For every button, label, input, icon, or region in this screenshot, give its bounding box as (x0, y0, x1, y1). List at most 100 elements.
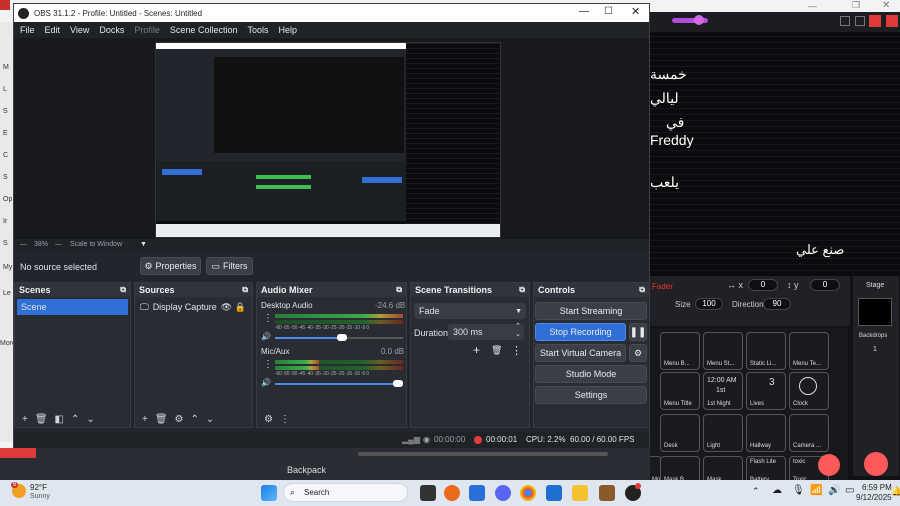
x-input[interactable]: 0 (748, 279, 778, 291)
search-box[interactable]: ⌕ Search (283, 483, 408, 502)
clock-date[interactable]: 9/12/2025 (856, 493, 892, 502)
menu-docks[interactable]: Docks (99, 25, 124, 35)
speaker-icon[interactable]: 🔊 (261, 378, 271, 387)
trash-icon[interactable]: 🗑 (155, 414, 168, 425)
add-sprite-button[interactable] (818, 454, 840, 476)
app-icon[interactable] (469, 485, 485, 501)
sprite-tile[interactable]: Clock (789, 372, 829, 410)
gear-icon[interactable]: ⚙ (175, 414, 184, 425)
more-vertical-icon[interactable]: ⋮ (511, 344, 522, 357)
menu-help[interactable]: Help (278, 25, 297, 35)
maximize-icon[interactable]: ☐ (604, 6, 613, 17)
stop-recording-button[interactable]: Stop Recording (535, 323, 626, 341)
sprite-tile[interactable]: Camera ... (789, 414, 829, 452)
size-input[interactable]: 100 (695, 298, 723, 310)
settings-button[interactable]: Settings (535, 386, 647, 404)
zoom-level[interactable]: 38% (34, 241, 48, 248)
more-vertical-icon[interactable]: ⋮ (263, 359, 273, 370)
volume-handle[interactable] (393, 380, 403, 387)
chevron-up-icon[interactable]: ⌃ (752, 486, 760, 497)
windows-start-icon[interactable] (261, 485, 277, 501)
transition-select[interactable]: Fade ▼ (414, 303, 526, 319)
sprite-tile[interactable]: 12:00 AM 1st 1st Night (703, 372, 743, 410)
battery-icon[interactable]: ▭ (845, 485, 854, 496)
firefox-icon[interactable] (444, 485, 460, 501)
more-vertical-icon[interactable]: ⋮ (263, 313, 273, 324)
y-input[interactable]: 0 (810, 279, 840, 291)
discord-icon[interactable] (495, 485, 511, 501)
mic-icon[interactable]: 🎙 (792, 485, 805, 496)
start-streaming-button[interactable]: Start Streaming (535, 302, 647, 320)
dock-menu-icon[interactable]: ⧉ (120, 285, 126, 295)
wifi-icon[interactable]: 📶 (810, 485, 822, 496)
app-icon[interactable] (599, 485, 615, 501)
direction-input[interactable]: 90 (763, 298, 791, 310)
close-icon[interactable]: ✕ (882, 0, 890, 11)
trash-icon[interactable]: 🗑 (491, 345, 502, 356)
notification-bell-icon[interactable]: 🔔 (891, 486, 900, 497)
cloud-icon[interactable]: ☁ (772, 485, 782, 496)
start-virtual-camera-button[interactable]: Start Virtual Camera (535, 344, 626, 362)
large-stage-icon[interactable] (855, 16, 865, 26)
menu-file[interactable]: File (20, 25, 35, 35)
eye-icon[interactable]: 👁 (221, 302, 232, 313)
dock-menu-icon[interactable]: ⧉ (519, 285, 525, 295)
sprite-tile[interactable]: Desk (660, 414, 700, 452)
sprite-tile[interactable]: Static Li... (746, 332, 786, 370)
sprite-tile[interactable]: Light (703, 414, 743, 452)
minimize-icon[interactable]: — (808, 1, 817, 11)
clock-time[interactable]: 6:59 PM (862, 483, 892, 492)
arrow-up-icon[interactable]: ⌃ (191, 414, 199, 425)
sprite-tile[interactable]: Menu Title (660, 372, 700, 410)
filter-icon[interactable]: ◧ (55, 414, 64, 425)
preview-area[interactable] (14, 38, 649, 239)
filters-button[interactable]: ▭ Filters (206, 257, 253, 275)
arrow-down-icon[interactable]: ⌄ (206, 414, 214, 425)
menu-view[interactable]: View (70, 25, 89, 35)
close-editor-icon[interactable] (886, 15, 898, 27)
sprite-tile[interactable]: Hallway (746, 414, 786, 452)
studio-mode-button[interactable]: Studio Mode (535, 365, 647, 383)
dock-menu-icon[interactable]: ⧉ (242, 285, 248, 295)
sprite-tile[interactable]: Menu B... (660, 332, 700, 370)
preview-canvas[interactable] (155, 42, 501, 238)
background-scrollbar[interactable] (358, 452, 608, 456)
maximize-icon[interactable]: ❐ (852, 0, 860, 11)
trash-icon[interactable]: 🗑 (35, 414, 48, 425)
small-stage-icon[interactable] (840, 16, 850, 26)
arrow-up-icon[interactable]: ⌃ (71, 414, 79, 425)
stage-thumbnail[interactable] (858, 298, 892, 326)
more-vertical-icon[interactable]: ⋮ (280, 414, 290, 425)
mixer-settings-icon[interactable]: ⚙ (264, 414, 273, 425)
volume-handle[interactable] (337, 334, 347, 341)
volume-icon[interactable]: 🔊 (828, 485, 840, 496)
sprite-tile[interactable]: Menu St... (703, 332, 743, 370)
duration-input[interactable]: 300 ms ⌃ ⌄ (448, 323, 524, 340)
zoom-out-icon[interactable]: — (20, 241, 27, 248)
sprite-tile[interactable]: 3 Lives (746, 372, 786, 410)
fullscreen-icon[interactable] (869, 15, 881, 27)
minimize-icon[interactable]: — (579, 6, 589, 17)
add-icon[interactable]: + (142, 414, 148, 425)
zoom-in-icon[interactable]: — (55, 241, 62, 248)
chevron-down-icon[interactable]: ▼ (140, 241, 147, 248)
properties-button[interactable]: ⚙ Properties (140, 257, 201, 275)
source-list-item[interactable]: 🖵 Display Capture 👁 🔒 (137, 299, 250, 315)
close-icon[interactable]: ✕ (631, 5, 640, 18)
pause-recording-button[interactable]: ❚❚ (629, 323, 647, 341)
chrome-icon[interactable] (520, 485, 536, 501)
sprite-tile[interactable]: Menu Te... (789, 332, 829, 370)
menu-edit[interactable]: Edit (45, 25, 61, 35)
virtual-camera-settings-button[interactable]: ⚙ (629, 344, 647, 362)
zoom-mode[interactable]: Scale to Window (70, 241, 122, 248)
lock-icon[interactable]: 🔒 (235, 302, 246, 313)
volume-slider-handle[interactable] (694, 15, 704, 25)
dock-menu-icon[interactable]: ⧉ (396, 285, 402, 295)
menu-scene-collection[interactable]: Scene Collection (170, 25, 238, 35)
arrow-down-icon[interactable]: ⌄ (86, 414, 94, 425)
add-icon[interactable]: + (473, 343, 480, 357)
game-stage[interactable]: خمسة ليالي في Freddy يلعب صنع علي (650, 32, 900, 276)
spinner-icon[interactable]: ⌃ ⌄ (515, 323, 521, 339)
file-explorer-icon[interactable] (572, 485, 588, 501)
scene-list-item[interactable]: Scene (17, 299, 128, 315)
